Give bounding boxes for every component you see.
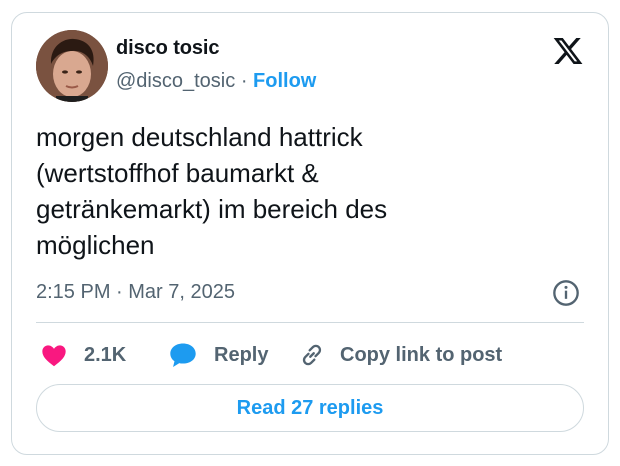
copy-link-label: Copy link to post	[340, 343, 503, 366]
x-logo-icon[interactable]	[552, 35, 584, 67]
heart-icon	[42, 345, 66, 367]
avatar[interactable]	[36, 30, 108, 102]
copy-link-button[interactable]: Copy link to post	[298, 335, 502, 375]
info-icon[interactable]	[552, 279, 580, 307]
author-name[interactable]: disco tosic	[116, 37, 219, 60]
tweet-card: disco tosic @disco_tosic · Follow morgen…	[11, 12, 609, 455]
like-count: 2.1K	[84, 343, 127, 366]
follow-button[interactable]: Follow	[253, 70, 316, 92]
link-icon	[302, 344, 322, 366]
like-button[interactable]: 2.1K	[40, 335, 126, 375]
reply-button[interactable]: Reply	[168, 335, 268, 375]
divider	[36, 322, 584, 323]
handle-separator: ·	[240, 70, 248, 92]
author-handle-row: @disco_tosic · Follow	[116, 70, 316, 93]
avatar-photo	[36, 30, 108, 102]
reply-label: Reply	[214, 343, 269, 366]
tweet-text: morgen deutschland hattrick (wertstoffho…	[36, 122, 388, 260]
tweet-timestamp[interactable]: 2:15 PM · Mar 7, 2025	[36, 281, 235, 304]
author-handle[interactable]: @disco_tosic	[116, 70, 235, 92]
read-replies-button[interactable]: Read 27 replies	[36, 384, 584, 432]
speech-bubble-icon	[170, 343, 196, 367]
action-bar: 2.1K Reply Copy link to post	[36, 335, 584, 375]
